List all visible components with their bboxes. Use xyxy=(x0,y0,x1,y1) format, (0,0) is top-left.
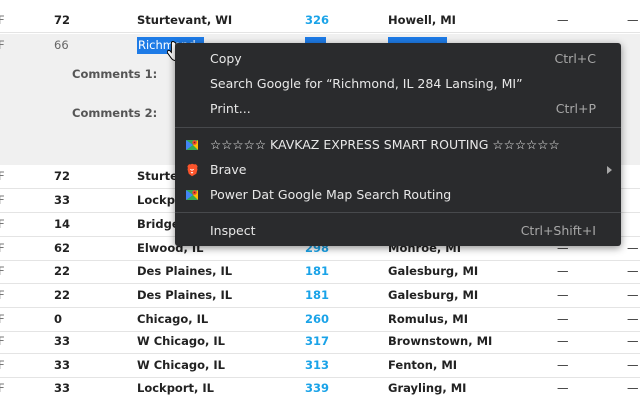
row-flag: F xyxy=(0,217,5,231)
origin-cell: W Chicago, IL xyxy=(137,334,225,348)
distance-link[interactable]: 339 xyxy=(305,377,329,400)
destination-cell: Fenton, MI xyxy=(388,358,458,372)
empty-cell: — xyxy=(557,288,569,302)
distance-link[interactable]: 313 xyxy=(305,354,329,377)
menu-item-print[interactable]: Print... Ctrl+P xyxy=(175,97,621,121)
row-flag: F xyxy=(0,381,5,395)
menu-item-label: Brave xyxy=(210,162,247,177)
destination-cell: Grayling, MI xyxy=(388,381,467,395)
row-flag: F xyxy=(0,288,5,302)
origin-cell: Des Plaines, IL xyxy=(137,264,233,278)
empty-cell: — xyxy=(627,381,639,395)
empty-cell: — xyxy=(557,312,569,326)
menu-item-label: Power Dat Google Map Search Routing xyxy=(210,187,452,202)
empty-cell: — xyxy=(557,334,569,348)
distance-link[interactable]: 317 xyxy=(305,330,329,353)
origin-cell: Sturtevant, WI xyxy=(137,13,233,27)
distance-link[interactable]: 181 xyxy=(305,260,329,283)
menu-separator xyxy=(175,212,621,213)
destination-cell: Brownstown, MI xyxy=(388,334,493,348)
row-number: 33 xyxy=(54,381,71,395)
row-flag: F xyxy=(0,312,5,326)
menu-item-inspect[interactable]: Inspect Ctrl+Shift+I xyxy=(175,219,621,243)
menu-item-label: Inspect xyxy=(210,223,256,238)
table-row[interactable]: F 33 W Chicago, IL 313 Fenton, MI — — xyxy=(0,354,640,378)
menu-item-copy[interactable]: Copy Ctrl+C xyxy=(175,47,621,71)
menu-item-label: Copy xyxy=(210,51,242,66)
row-number: 14 xyxy=(54,217,71,231)
row-flag: F xyxy=(0,13,5,27)
origin-cell: Chicago, IL xyxy=(137,312,209,326)
destination-cell: Howell, MI xyxy=(388,13,456,27)
loads-page: F 72 Sturtevant, WI 326 Howell, MI — — F… xyxy=(0,0,640,400)
menu-item-label: ☆☆☆☆☆ KAVKAZ EXPRESS SMART ROUTING ☆☆☆☆☆… xyxy=(210,137,560,152)
submenu-arrow-icon xyxy=(607,166,612,174)
empty-cell: — xyxy=(627,288,639,302)
brave-lion-icon xyxy=(187,163,198,177)
empty-cell: — xyxy=(627,334,639,348)
table-row[interactable]: F 22 Des Plaines, IL 181 Galesburg, MI —… xyxy=(0,284,640,308)
row-number: 22 xyxy=(54,264,71,278)
row-flag: F xyxy=(0,358,5,372)
table-row[interactable]: F 0 Chicago, IL 260 Romulus, MI — — xyxy=(0,308,640,332)
origin-cell: W Chicago, IL xyxy=(137,358,225,372)
table-row[interactable]: F 33 W Chicago, IL 317 Brownstown, MI — … xyxy=(0,330,640,354)
distance-link[interactable]: 260 xyxy=(305,308,329,331)
row-flag: F xyxy=(0,169,5,183)
comments-2-label: Comments 2: xyxy=(72,106,158,120)
empty-cell: — xyxy=(557,264,569,278)
origin-cell: Lockport, IL xyxy=(137,381,214,395)
table-row[interactable]: F 33 Lockport, IL 339 Grayling, MI — — xyxy=(0,377,640,400)
destination-cell: Galesburg, MI xyxy=(388,264,479,278)
table-row[interactable]: F 22 Des Plaines, IL 181 Galesburg, MI —… xyxy=(0,260,640,284)
empty-cell: — xyxy=(627,264,639,278)
distance-link[interactable]: 326 xyxy=(305,9,329,32)
menu-item-shortcut: Ctrl+C xyxy=(554,51,596,66)
empty-cell: — xyxy=(557,381,569,395)
empty-cell: — xyxy=(627,13,639,27)
row-flag: F xyxy=(0,334,5,348)
maps-icon xyxy=(186,140,198,150)
table-row[interactable]: F 72 Sturtevant, WI 326 Howell, MI — — xyxy=(0,9,640,33)
empty-cell: — xyxy=(627,241,639,255)
comments-1-label: Comments 1: xyxy=(72,67,158,81)
row-number: 33 xyxy=(54,358,71,372)
menu-item-search-google[interactable]: Search Google for “Richmond, IL 284 Lans… xyxy=(175,72,621,96)
row-flag: F xyxy=(0,193,5,207)
row-flag: F xyxy=(0,264,5,278)
row-number: 33 xyxy=(54,334,71,348)
row-number: 33 xyxy=(54,193,71,207)
empty-cell: — xyxy=(627,358,639,372)
destination-cell: Galesburg, MI xyxy=(388,288,479,302)
destination-cell: Romulus, MI xyxy=(388,312,468,326)
row-number: 62 xyxy=(54,241,71,255)
origin-cell: Des Plaines, IL xyxy=(137,288,233,302)
empty-cell: — xyxy=(557,358,569,372)
menu-item-power-dat[interactable]: Power Dat Google Map Search Routing xyxy=(175,183,621,207)
row-number: 66 xyxy=(54,38,69,52)
row-number: 0 xyxy=(54,312,63,326)
row-flag: F xyxy=(0,38,5,52)
menu-item-brave[interactable]: Brave xyxy=(175,158,621,182)
menu-item-shortcut: Ctrl+Shift+I xyxy=(520,223,596,238)
menu-item-label: Print... xyxy=(210,101,251,116)
menu-separator xyxy=(175,127,621,128)
row-number: 72 xyxy=(54,169,71,183)
row-number: 72 xyxy=(54,13,71,27)
menu-item-label: Search Google for “Richmond, IL 284 Lans… xyxy=(210,76,523,91)
context-menu: Copy Ctrl+C Search Google for “Richmond,… xyxy=(175,43,621,246)
maps-icon xyxy=(186,190,198,200)
distance-link[interactable]: 181 xyxy=(305,284,329,307)
row-flag: F xyxy=(0,241,5,255)
menu-item-shortcut: Ctrl+P xyxy=(555,101,596,116)
empty-cell: — xyxy=(627,312,639,326)
row-number: 22 xyxy=(54,288,71,302)
empty-cell: — xyxy=(557,13,569,27)
menu-item-kavkaz-routing[interactable]: ☆☆☆☆☆ KAVKAZ EXPRESS SMART ROUTING ☆☆☆☆☆… xyxy=(175,133,621,157)
